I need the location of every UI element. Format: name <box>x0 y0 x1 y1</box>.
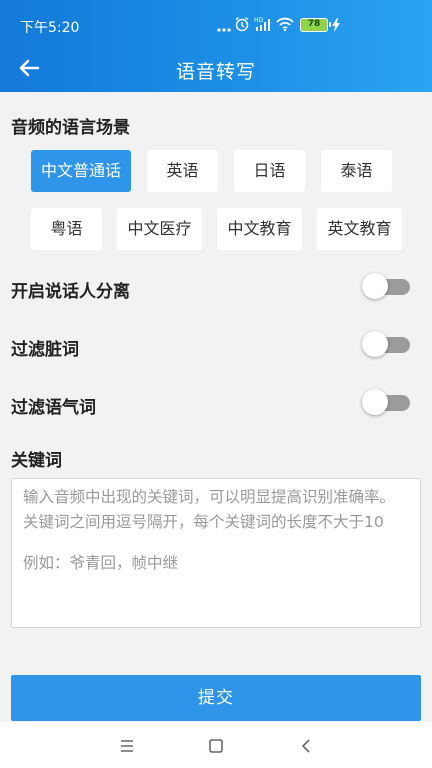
submit-button[interactable]: 提交 <box>11 675 421 721</box>
filter-profanity-label: 过滤脏词 <box>11 340 79 360</box>
signal-icon: HD <box>254 16 272 36</box>
speaker-separation-label: 开启说话人分离 <box>11 282 130 302</box>
language-option-english-education[interactable]: 英文教育 <box>317 208 402 250</box>
language-option-chinese-medical[interactable]: 中文医疗 <box>117 208 202 250</box>
language-option-cantonese[interactable]: 粤语 <box>31 208 102 250</box>
language-option-mandarin[interactable]: 中文普通话 <box>31 150 131 192</box>
home-square-icon[interactable] <box>204 734 228 758</box>
alarm-icon <box>234 16 250 36</box>
keywords-placeholder: 输入音频中出现的关键词，可以明显提高识别准确率。关键词之间用逗号隔开，每个关键词… <box>23 488 396 531</box>
back-chevron-icon[interactable] <box>294 734 318 758</box>
system-nav-bar <box>0 722 432 768</box>
language-option-japanese[interactable]: 日语 <box>234 150 305 192</box>
keywords-input[interactable]: 输入音频中出现的关键词，可以明显提高识别准确率。关键词之间用逗号隔开，每个关键词… <box>11 478 421 628</box>
menu-icon[interactable] <box>115 734 139 758</box>
status-time: 下午5:20 <box>20 20 80 36</box>
keywords-label: 关键词 <box>11 451 62 471</box>
page-title: 语音转写 <box>175 61 256 83</box>
charging-icon <box>332 18 340 36</box>
filter-profanity-toggle[interactable] <box>362 331 410 357</box>
language-option-chinese-education[interactable]: 中文教育 <box>217 208 302 250</box>
app-header: 下午5:20 HD 78 语音转写 <box>0 0 432 92</box>
keywords-example: 例如：爷青回，帧中继 <box>23 554 179 572</box>
language-label: 音频的语言场景 <box>11 118 130 138</box>
wifi-icon <box>276 17 294 35</box>
filter-filler-words-label: 过滤语气词 <box>11 398 96 418</box>
more-dots-icon <box>217 21 231 37</box>
svg-text:HD: HD <box>254 17 264 24</box>
language-option-thai[interactable]: 泰语 <box>321 150 392 192</box>
filter-filler-words-toggle[interactable] <box>362 389 410 415</box>
speaker-separation-toggle[interactable] <box>362 273 410 299</box>
language-option-english[interactable]: 英语 <box>147 150 218 192</box>
status-bar: 下午5:20 HD 78 <box>0 0 432 48</box>
battery-icon: 78 <box>300 18 331 32</box>
